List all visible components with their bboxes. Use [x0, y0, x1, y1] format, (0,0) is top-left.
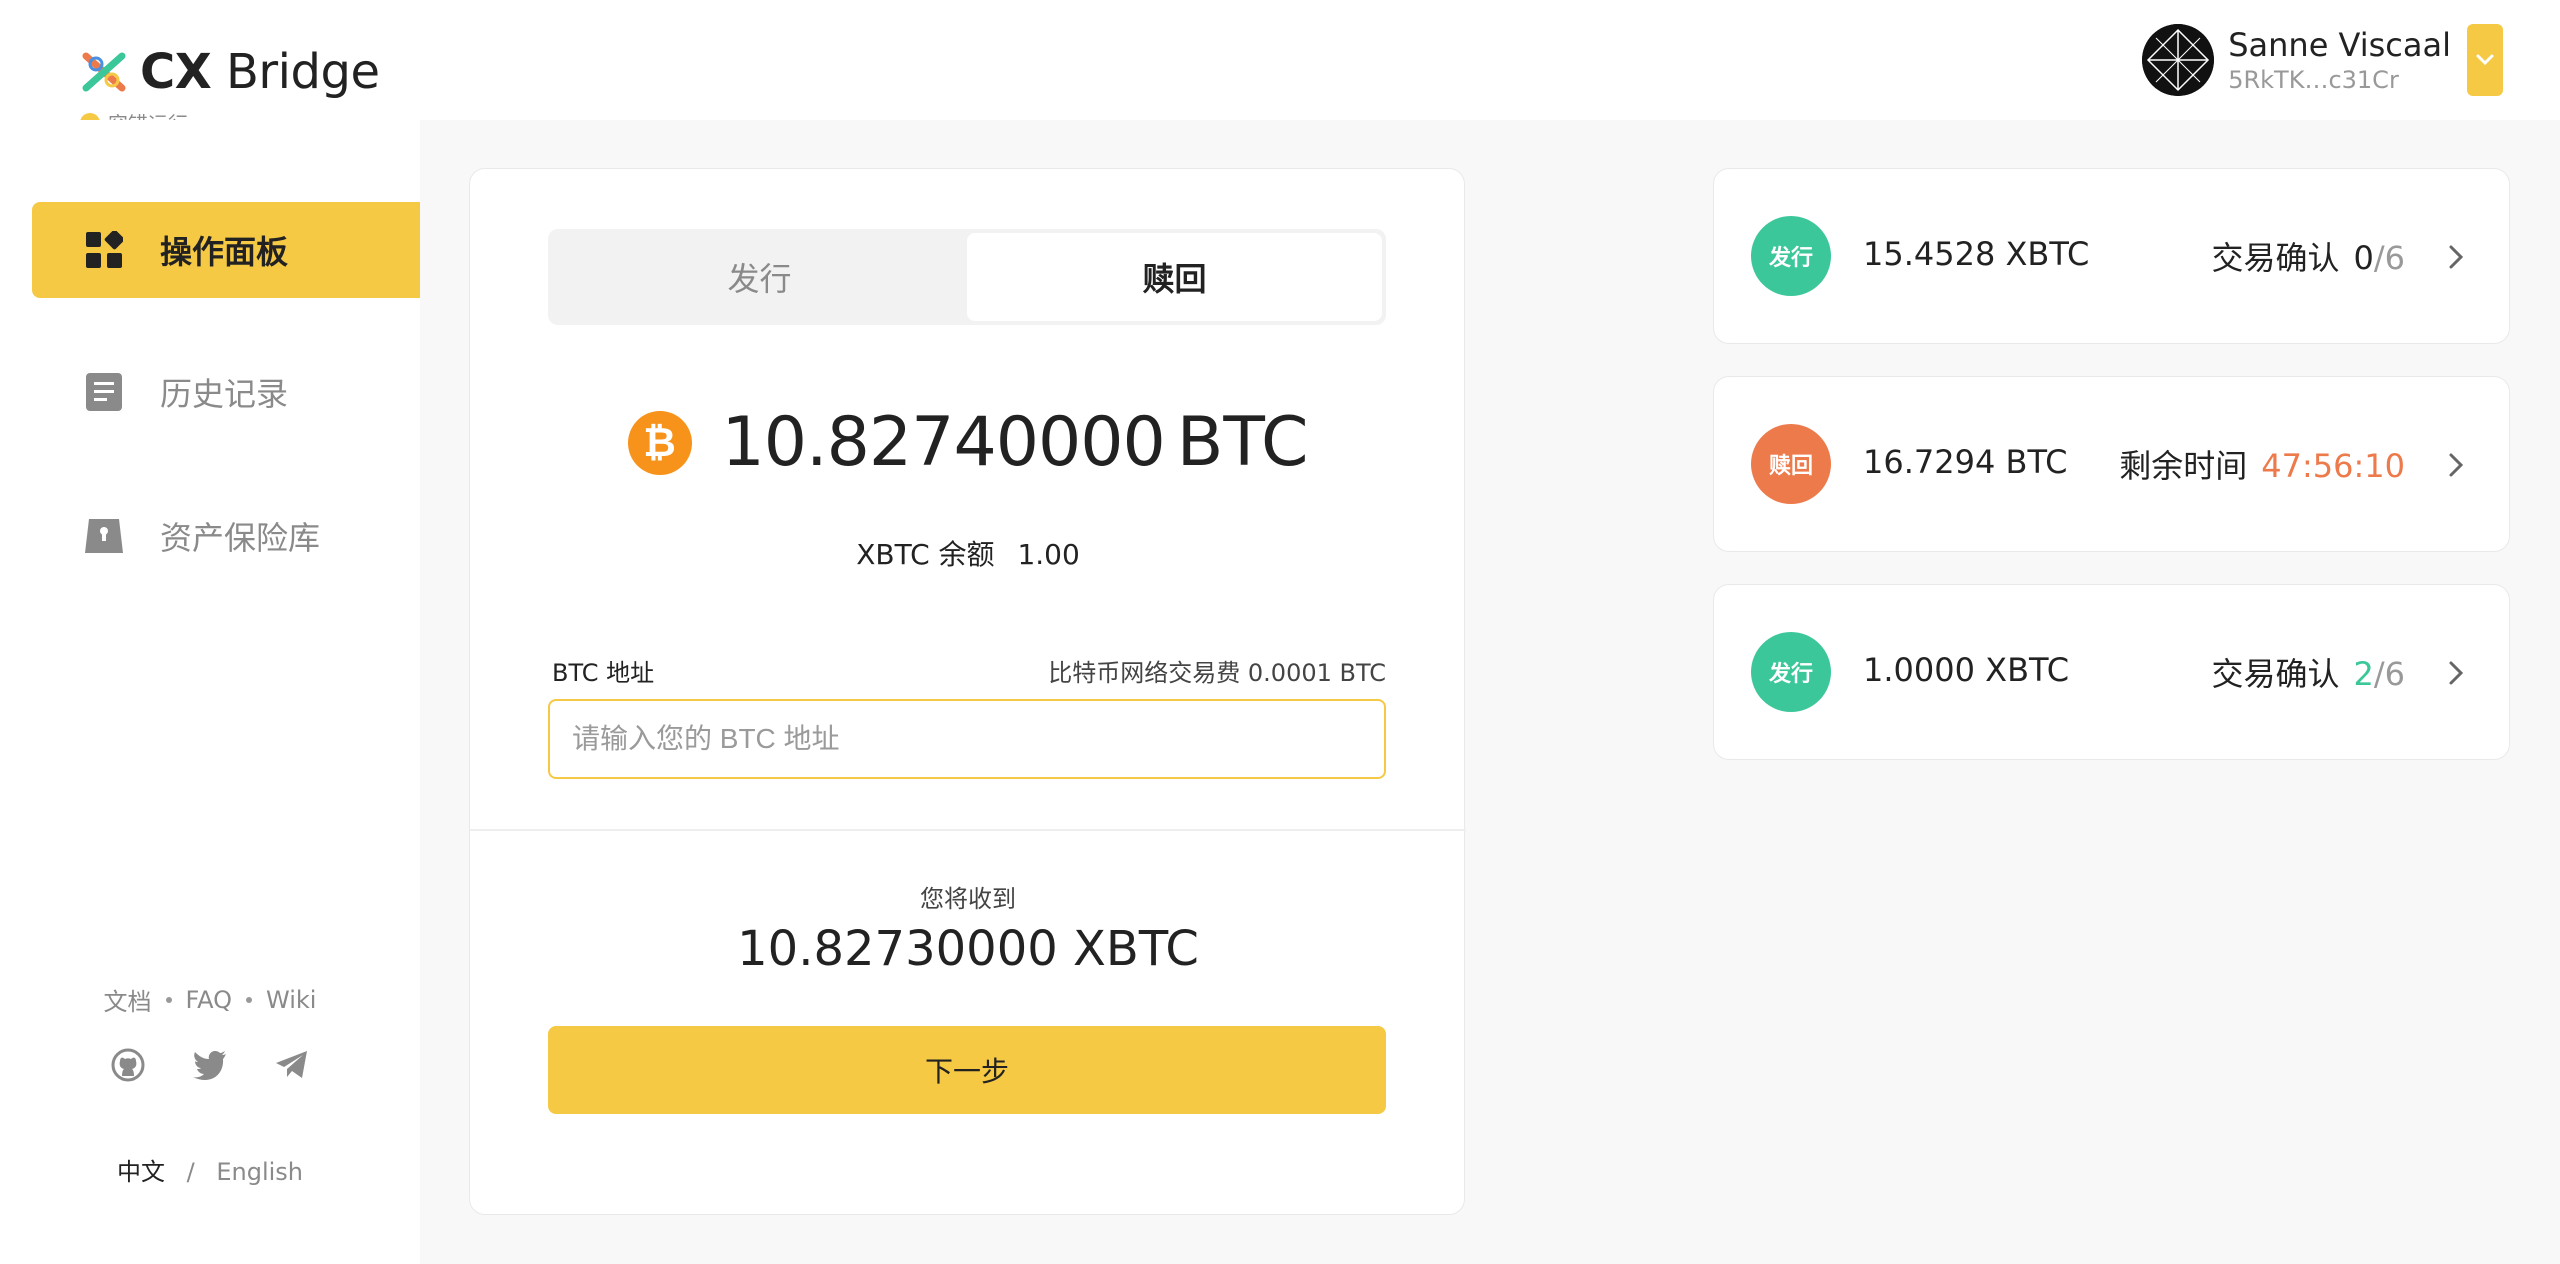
- chevron-right-icon: [2449, 661, 2464, 685]
- bridge-card: 发行 赎回 ₿ 10.82740000 BTC XBTC 余额 1.00 BTC…: [469, 168, 1466, 1215]
- logo-text: CX Bridge: [140, 44, 380, 100]
- tx-confirm-current: 0: [2353, 239, 2374, 277]
- wiki-link[interactable]: Wiki: [266, 986, 316, 1014]
- receive-amount: 10.82730000 XBTC: [737, 921, 1199, 977]
- separator-dot: [165, 996, 172, 1003]
- transaction-card[interactable]: 发行 15.4528 XBTC 交易确认 0/6: [1713, 168, 2510, 344]
- divider: [470, 829, 1466, 831]
- sidebar-item-label: 资产保险库: [160, 519, 321, 557]
- transaction-card[interactable]: 发行 1.0000 XBTC 交易确认 2/6: [1713, 584, 2510, 760]
- sidebar-item-history[interactable]: 历史记录: [32, 344, 420, 440]
- header: CX Bridge 容错运行 Sanne Viscaal 5RkTK…c31Cr: [0, 0, 2560, 136]
- tab-issue[interactable]: 发行: [552, 233, 967, 321]
- user-name: Sanne Viscaal: [2228, 26, 2451, 64]
- sidebar: 操作面板 历史记录 资产保险库 文档 FAQ Wiki 中文 / English: [0, 120, 420, 1264]
- twitter-icon[interactable]: [193, 1048, 227, 1082]
- btc-address-label: BTC 地址: [552, 659, 655, 687]
- avatar-pattern-icon: [2142, 24, 2215, 96]
- sidebar-item-vault[interactable]: 资产保险库: [32, 488, 420, 584]
- vault-icon: [84, 516, 124, 556]
- next-button[interactable]: 下一步: [548, 1026, 1386, 1114]
- telegram-icon[interactable]: [275, 1048, 309, 1082]
- tx-confirm-total: /6: [2373, 655, 2405, 693]
- separator-dot: [246, 996, 253, 1003]
- tx-meta: 剩余时间 47:56:10: [2119, 441, 2405, 487]
- xbtc-balance: XBTC 余额 1.00: [470, 533, 1466, 573]
- logo-bold: CX: [140, 44, 212, 100]
- issue-badge: 发行: [1751, 632, 1831, 712]
- docs-link[interactable]: 文档: [104, 982, 152, 1017]
- language-switch: 中文 / English: [0, 1152, 420, 1187]
- lang-separator: /: [186, 1158, 195, 1186]
- tx-meta: 交易确认 2/6: [2211, 649, 2405, 695]
- user-address: 5RkTK…c31Cr: [2228, 66, 2399, 94]
- btc-balance: ₿ 10.82740000 BTC: [470, 403, 1466, 482]
- chevron-down-icon: [2476, 54, 2494, 66]
- xbtc-balance-label: XBTC 余额: [856, 538, 995, 571]
- tx-amount: 16.7294 BTC: [1863, 443, 2068, 481]
- tab-bar: 发行 赎回: [548, 229, 1386, 325]
- tx-amount: 15.4528 XBTC: [1863, 235, 2090, 273]
- issue-badge: 发行: [1751, 216, 1831, 296]
- redeem-badge: 赎回: [1751, 424, 1831, 504]
- github-icon[interactable]: [111, 1048, 145, 1082]
- tx-meta: 交易确认 0/6: [2211, 233, 2405, 279]
- bitcoin-icon: ₿: [627, 410, 692, 475]
- balance-unit: BTC: [1176, 403, 1309, 482]
- sidebar-item-dashboard[interactable]: 操作面板: [32, 202, 420, 298]
- network-fee-label: 比特币网络交易费 0.0001 BTC: [1048, 659, 1386, 687]
- tx-time-remaining: 47:56:10: [2261, 447, 2405, 485]
- chevron-right-icon: [2449, 453, 2464, 477]
- cx-logo-icon: [82, 52, 126, 92]
- balance-value: 10.82740000: [721, 403, 1166, 482]
- user-dropdown-button[interactable]: [2467, 24, 2503, 96]
- sidebar-item-label: 操作面板: [160, 233, 289, 271]
- user-menu[interactable]: Sanne Viscaal 5RkTK…c31Cr: [2142, 24, 2503, 96]
- tab-redeem[interactable]: 赎回: [967, 233, 1382, 321]
- avatar: [2142, 24, 2215, 96]
- tx-confirm-total: /6: [2373, 239, 2405, 277]
- logo-light: Bridge: [226, 44, 380, 100]
- tx-amount: 1.0000 XBTC: [1863, 651, 2070, 689]
- tx-confirm-current: 2: [2353, 655, 2374, 693]
- tx-meta-label: 交易确认: [2211, 239, 2340, 277]
- dashboard-icon: [84, 230, 124, 270]
- tx-meta-label: 剩余时间: [2119, 447, 2248, 485]
- footer-links: 文档 FAQ Wiki: [0, 982, 420, 1017]
- receive-label: 您将收到: [920, 885, 1016, 913]
- chevron-right-icon: [2449, 245, 2464, 269]
- faq-link[interactable]: FAQ: [186, 986, 233, 1014]
- logo[interactable]: CX Bridge: [78, 44, 380, 100]
- user-info: Sanne Viscaal 5RkTK…c31Cr: [2228, 25, 2451, 95]
- lang-chinese[interactable]: 中文: [117, 1158, 165, 1186]
- btc-address-input[interactable]: [548, 699, 1386, 779]
- lang-english[interactable]: English: [216, 1158, 303, 1186]
- social-links: [0, 1048, 420, 1082]
- tx-meta-label: 交易确认: [2211, 655, 2340, 693]
- sidebar-item-label: 历史记录: [160, 375, 289, 413]
- xbtc-balance-value: 1.00: [1017, 538, 1080, 571]
- history-icon: [84, 372, 124, 412]
- transaction-card[interactable]: 赎回 16.7294 BTC 剩余时间 47:56:10: [1713, 376, 2510, 552]
